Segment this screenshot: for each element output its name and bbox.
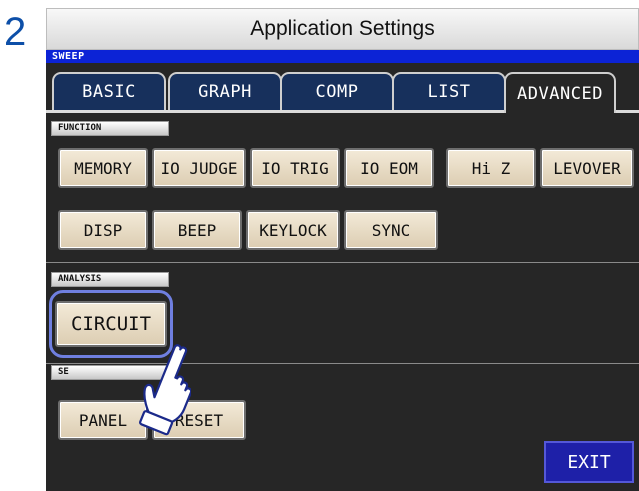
circuit-button[interactable]: CIRCUIT [55,301,167,347]
section-divider [46,363,639,364]
sync-button[interactable]: SYNC [344,210,438,250]
pointing-hand-icon [139,344,191,436]
device-screen: Application Settings SWEEP BASIC GRAPH C… [46,8,639,491]
keylock-button[interactable]: KEYLOCK [246,210,340,250]
analysis-section-label: ANALYSIS [51,272,169,287]
tab-graph[interactable]: GRAPH [168,72,282,110]
io-eom-button[interactable]: IO EOM [344,148,434,188]
exit-button[interactable]: EXIT [544,441,634,483]
panel-button[interactable]: PANEL [58,400,148,440]
function-section-label: FUNCTION [51,121,169,136]
levover-button[interactable]: LEVOVER [540,148,634,188]
screen-title: Application Settings [46,8,639,50]
io-judge-button[interactable]: IO JUDGE [152,148,246,188]
memory-button[interactable]: MEMORY [58,148,148,188]
tab-basic[interactable]: BASIC [52,72,166,110]
mode-label: SWEEP [52,51,85,62]
hi-z-button[interactable]: Hi Z [446,148,536,188]
io-trig-button[interactable]: IO TRIG [250,148,340,188]
section-divider [46,262,639,263]
tab-list[interactable]: LIST [392,72,506,110]
tab-comp[interactable]: COMP [280,72,394,110]
beep-button[interactable]: BEEP [152,210,242,250]
disp-button[interactable]: DISP [58,210,148,250]
step-number: 2 [4,10,27,54]
tab-advanced[interactable]: ADVANCED [504,72,616,113]
mode-bar: SWEEP [46,50,639,63]
